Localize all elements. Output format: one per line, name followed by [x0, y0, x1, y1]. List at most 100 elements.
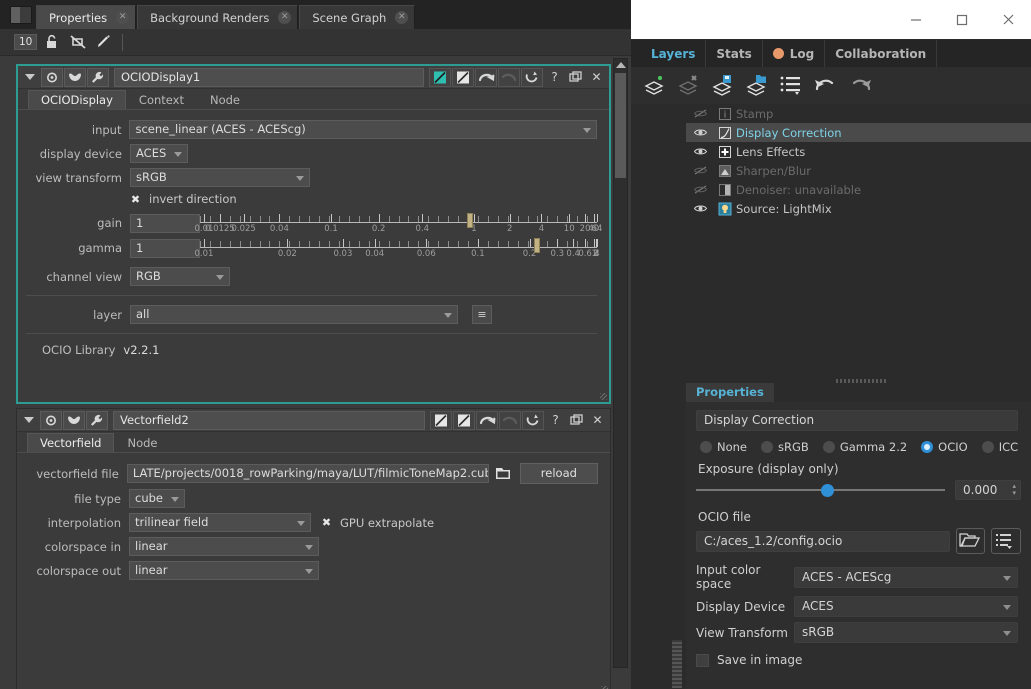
display-device-dropdown[interactable]: ACES: [130, 144, 188, 163]
layer-row-denoiser[interactable]: Denoiser: unavailable: [686, 180, 1031, 199]
save-in-image-checkbox[interactable]: [696, 653, 709, 667]
disable-toggle-icon[interactable]: [453, 410, 475, 430]
wrench-icon[interactable]: [86, 410, 108, 430]
close-icon[interactable]: ✕: [116, 11, 130, 24]
close-icon[interactable]: ✕: [395, 11, 409, 24]
exposure-slider[interactable]: [696, 483, 945, 497]
file-type-dropdown[interactable]: cube: [129, 489, 185, 508]
minimize-icon[interactable]: [893, 0, 939, 39]
radio-gamma22[interactable]: Gamma 2.2: [822, 440, 907, 454]
close-icon[interactable]: [985, 0, 1031, 39]
radio-icc[interactable]: ICC: [981, 440, 1018, 454]
add-layer-icon[interactable]: [641, 72, 675, 100]
reload-button[interactable]: reload: [519, 463, 598, 484]
tab-stats[interactable]: Stats: [706, 40, 763, 67]
pencil-icon[interactable]: [93, 32, 115, 52]
window-titlebar[interactable]: [631, 0, 1031, 39]
visibility-off-icon[interactable]: [686, 165, 714, 176]
stepper-arrows-icon[interactable]: ▴ ▾: [1012, 483, 1016, 497]
gpu-extrapolate-checkbox[interactable]: ✖: [321, 517, 332, 528]
tab-properties[interactable]: Properties ✕: [36, 5, 137, 29]
invert-direction-checkbox[interactable]: ✖: [130, 194, 141, 205]
color-swatch-icon[interactable]: [40, 410, 62, 430]
visibility-off-icon[interactable]: [686, 108, 714, 119]
tab-scene-graph[interactable]: Scene Graph ✕: [299, 5, 416, 29]
layer-row-sharpen-blur[interactable]: Sharpen/Blur: [686, 161, 1031, 180]
folder-open-icon[interactable]: [955, 528, 986, 554]
disclosure-arrow-icon[interactable]: [24, 417, 34, 423]
node-tab-context[interactable]: Context: [126, 90, 197, 109]
float-panel-icon[interactable]: [567, 411, 586, 430]
layer-row-source-lightmix[interactable]: Source: LightMix: [686, 199, 1031, 218]
mask-icon[interactable]: [64, 67, 86, 87]
node-name-field[interactable]: Vectorfield2: [113, 410, 425, 430]
lock-open-icon[interactable]: [41, 32, 63, 52]
mask-icon[interactable]: [63, 410, 85, 430]
tab-drag-handle[interactable]: [10, 6, 32, 24]
close-icon[interactable]: ✕: [588, 411, 607, 430]
radio-none[interactable]: None: [700, 440, 747, 454]
visibility-on-icon[interactable]: [686, 146, 714, 157]
delete-layer-icon[interactable]: [675, 72, 709, 100]
close-icon[interactable]: ✕: [278, 11, 292, 24]
undo-icon[interactable]: [476, 410, 498, 430]
close-icon[interactable]: ✕: [587, 68, 606, 87]
scrollbar-thumb[interactable]: [615, 73, 626, 178]
properties-scrollbar[interactable]: [613, 58, 628, 668]
help-icon[interactable]: ?: [545, 68, 564, 87]
node-tab-ociodisplay[interactable]: OCIODisplay: [28, 90, 126, 109]
input-dropdown[interactable]: scene_linear (ACES - ACEScg): [129, 120, 597, 139]
enable-toggle-icon[interactable]: [429, 67, 451, 87]
slider-handle[interactable]: [821, 484, 834, 497]
slider-handle[interactable]: [534, 238, 541, 253]
view-transform-dropdown-right[interactable]: sRGB: [794, 622, 1018, 643]
load-layer-icon[interactable]: [743, 72, 777, 100]
max-panels-input[interactable]: 10: [14, 34, 38, 50]
undo-icon[interactable]: [475, 67, 497, 87]
help-icon[interactable]: ?: [546, 411, 565, 430]
layer-row-display-correction[interactable]: Display Correction: [686, 123, 1031, 142]
layer-row-lens-effects[interactable]: Lens Effects: [686, 142, 1031, 161]
no-edit-icon[interactable]: [67, 32, 89, 52]
radio-ocio[interactable]: OCIO: [921, 440, 968, 454]
gamma-slider[interactable]: 0.01 0.02 0.03 0.04 0.06 0.1 0.2 0.3 0.4 0.6 1 2 3 4: [195, 236, 600, 260]
view-transform-dropdown[interactable]: sRGB: [130, 168, 310, 187]
gain-input[interactable]: 1: [130, 213, 200, 233]
channel-view-dropdown[interactable]: RGB: [130, 267, 230, 286]
resize-grip[interactable]: [600, 393, 607, 400]
node-tab-node[interactable]: Node: [197, 90, 253, 109]
layer-list-icon[interactable]: [777, 72, 811, 100]
color-swatch-icon[interactable]: [41, 67, 63, 87]
enable-toggle-icon[interactable]: [430, 410, 452, 430]
tab-properties-right[interactable]: Properties: [686, 383, 774, 402]
revert-icon[interactable]: [521, 67, 543, 87]
scroll-up-arrow-icon[interactable]: [616, 62, 626, 68]
visibility-off-icon[interactable]: [686, 184, 714, 195]
colorspace-in-dropdown[interactable]: linear: [129, 537, 319, 556]
node-tab-node[interactable]: Node: [114, 433, 170, 452]
node-tab-vectorfield[interactable]: Vectorfield: [27, 433, 115, 452]
colorspace-out-dropdown[interactable]: linear: [129, 561, 319, 580]
radio-srgb[interactable]: sRGB: [761, 440, 809, 454]
maximize-icon[interactable]: [939, 0, 985, 39]
input-color-space-dropdown[interactable]: ACES - ACEScg: [794, 566, 1018, 588]
interpolation-dropdown[interactable]: trilinear field: [129, 513, 311, 532]
folder-icon[interactable]: [494, 465, 512, 482]
gain-slider[interactable]: 0.01 0.0125 0.025 0.04 0.1 0.2 0.4 1 2 4 10 20 40 64: [195, 211, 602, 235]
slider-handle[interactable]: [466, 213, 473, 228]
layer-dropdown[interactable]: all: [130, 305, 458, 324]
visibility-on-icon[interactable]: [686, 203, 714, 214]
tab-layers[interactable]: Layers: [641, 40, 707, 67]
properties-title-field[interactable]: Display Correction: [696, 410, 1018, 431]
visibility-on-icon[interactable]: [686, 127, 714, 138]
vectorfield-file-input[interactable]: LATE/projects/0018_rowParking/maya/LUT/f…: [126, 464, 489, 483]
redo-icon[interactable]: [845, 72, 879, 100]
wrench-icon[interactable]: [87, 67, 109, 87]
tab-collaboration[interactable]: Collaboration: [825, 40, 938, 67]
layer-menu-icon[interactable]: ≡: [472, 305, 492, 324]
tab-log[interactable]: Log: [763, 40, 826, 67]
ocio-file-input[interactable]: C:/aces_1.2/config.ocio: [696, 530, 950, 552]
tab-background-renders[interactable]: Background Renders ✕: [137, 5, 299, 29]
display-device-dropdown-right[interactable]: ACES: [794, 596, 1018, 617]
disable-toggle-icon[interactable]: [452, 67, 474, 87]
